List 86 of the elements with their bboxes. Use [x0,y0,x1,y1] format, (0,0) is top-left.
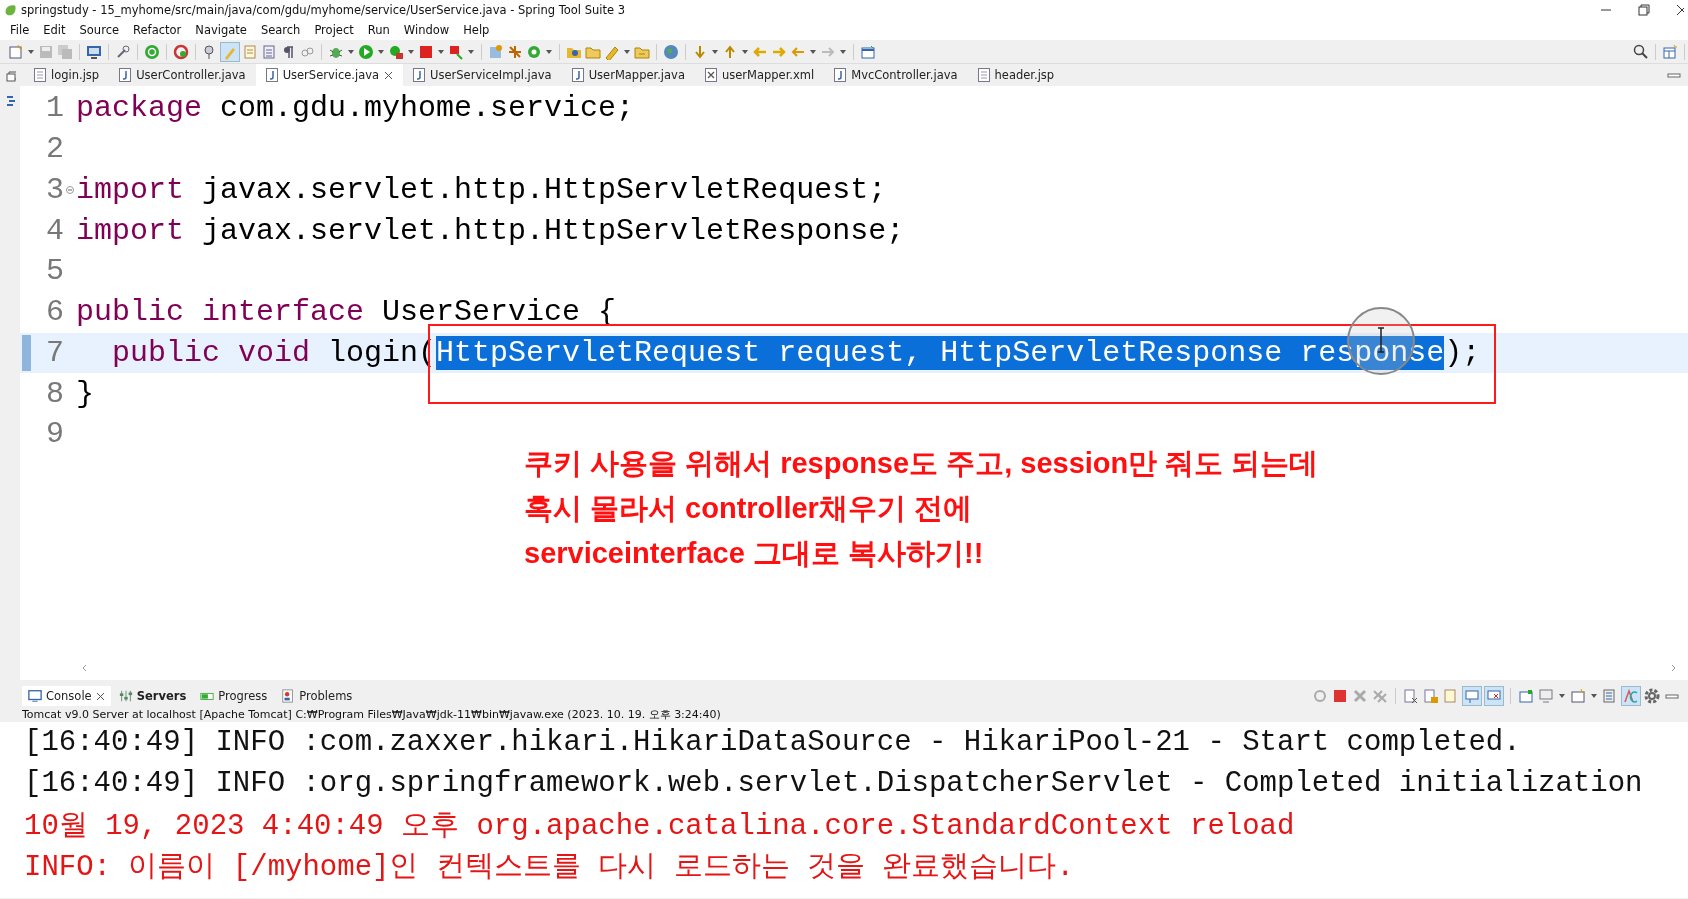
line-number: 3 [45,172,64,207]
text-style-icon[interactable] [1623,688,1639,704]
pin-console-icon[interactable] [1464,688,1480,704]
console-line: [16:40:49] INFO :org.springframework.web.servlet.DispatcherServlet - Completed initialization [24,766,1644,802]
servers-icon [118,689,133,703]
window-icon[interactable] [860,43,876,60]
console-line: [16:40:49] INFO :com.zaxxer.hikari.HikariDataSource - HikariPool-21 - Start completed. [24,725,1522,761]
file-icon [34,68,46,82]
arrow-up-icon[interactable] [722,43,738,60]
app-icon [3,3,17,17]
perspective-icon[interactable] [1662,43,1678,60]
java-file-icon [119,68,132,82]
menu-item[interactable]: Source [73,23,126,37]
view-tab[interactable]: Problems [275,686,359,706]
search-icon[interactable] [1633,43,1649,60]
menu-item[interactable]: Run [361,23,396,37]
window-title: springstudy - 15_myhome/src/main/java/com/gdu/myhome/service/UserService.java - Spring Tool Suite 3 [21,3,627,17]
line-number: 9 [45,417,64,452]
power-icon[interactable] [144,43,160,60]
menu-item[interactable]: File [4,23,36,37]
annotation-text: 쿠키 사용을 위해서 response도 주고, session만 줘도 되는데 [524,445,1320,481]
change-marker [22,334,31,372]
editor-tab[interactable]: header.jsp [967,64,1065,86]
restore-icon[interactable] [1636,2,1652,18]
fold-icon[interactable] [66,185,74,194]
xml-file-icon [704,68,717,82]
editor-tab[interactable]: MvcController.java [824,64,968,86]
java-file-icon [413,68,426,82]
remove-icon[interactable] [1352,688,1368,704]
editor-tab[interactable]: userMapper.xml [694,64,825,86]
view-tab[interactable]: Console [22,686,111,706]
run-icon[interactable] [358,43,374,60]
annotation-text: 혹시 몰라서 controller채우기 전에 [524,490,973,526]
console-description: Tomcat v9.0 Server at localhost [Apache Tomcat] C:₩Program Files₩Java₩jdk-11₩bin₩javaw.exe (2023. 10. 19. 오후 3:24:40) [22,706,721,722]
clear-console-icon[interactable] [1403,688,1419,704]
java-file-icon [834,68,847,82]
arrow-down-icon[interactable] [692,43,708,60]
java-file-icon [265,68,278,82]
close-icon[interactable] [1674,2,1684,18]
code-line: } [76,376,94,411]
editor-tab[interactable]: UserController.java [109,64,256,86]
clipboard-icon[interactable] [1602,688,1618,704]
code-line: package com.gdu.myhome.service; [76,91,635,126]
menu-item[interactable]: Window [397,23,456,37]
menu-item[interactable]: Search [254,23,307,37]
line-number: 2 [45,132,64,167]
close-icon[interactable] [384,70,394,80]
settings-icon[interactable] [1644,688,1660,704]
line-number: 5 [45,254,64,289]
target-icon[interactable] [526,43,542,60]
editor-tab[interactable]: UserService.java [255,64,404,86]
globe-icon[interactable] [663,43,679,60]
file-icon [977,68,990,82]
console-line: 10월 19, 2023 4:40:49 오후 org.apache.catalina.core.StandardContext reload [24,808,1296,845]
line-number: 8 [45,376,64,411]
clipboard-icon [281,689,296,703]
wrench-icon[interactable] [115,43,131,60]
menu-item[interactable]: Project [308,23,360,37]
class-icon[interactable] [488,43,504,60]
line-number: 6 [45,295,64,330]
stop-icon[interactable] [1332,688,1348,704]
view-tab[interactable]: Progress [194,686,274,706]
code-line: import javax.servlet.http.HttpServletResponse; [76,213,905,248]
menu-item[interactable]: Help [457,23,496,37]
annotation-text: serviceinterface 그대로 복사하기!! [524,535,985,571]
line-number: 7 [45,335,64,370]
stop-icon[interactable] [418,43,434,60]
menu-item[interactable]: Navigate [189,23,253,37]
java-file-icon [571,68,584,82]
line-number: 4 [45,213,64,248]
code-line: import javax.servlet.http.HttpServletRequest; [76,172,887,207]
console-line: INFO: 이름이 [/myhome]인 컨텍스트를 다시 로드하는 것을 완료했습니다. [24,849,1075,886]
menu-item[interactable]: Refactor [127,23,188,37]
menu-item[interactable]: Edit [37,23,72,37]
open-console-icon[interactable] [1518,688,1534,704]
editor-tab[interactable]: UserServiceImpl.java [403,64,562,86]
run-tool-icon[interactable] [388,43,404,60]
remove-all-icon[interactable] [1372,688,1388,704]
editor-tab[interactable]: login.jsp [24,64,110,86]
flag-icon[interactable] [448,43,464,60]
close-icon[interactable] [95,691,105,701]
monitor-icon[interactable] [86,43,102,60]
line-number: 1 [45,91,64,126]
view-tab[interactable]: Servers [112,686,193,706]
monitor-icon [28,689,42,703]
editor-tab[interactable]: UserMapper.java [561,64,695,86]
